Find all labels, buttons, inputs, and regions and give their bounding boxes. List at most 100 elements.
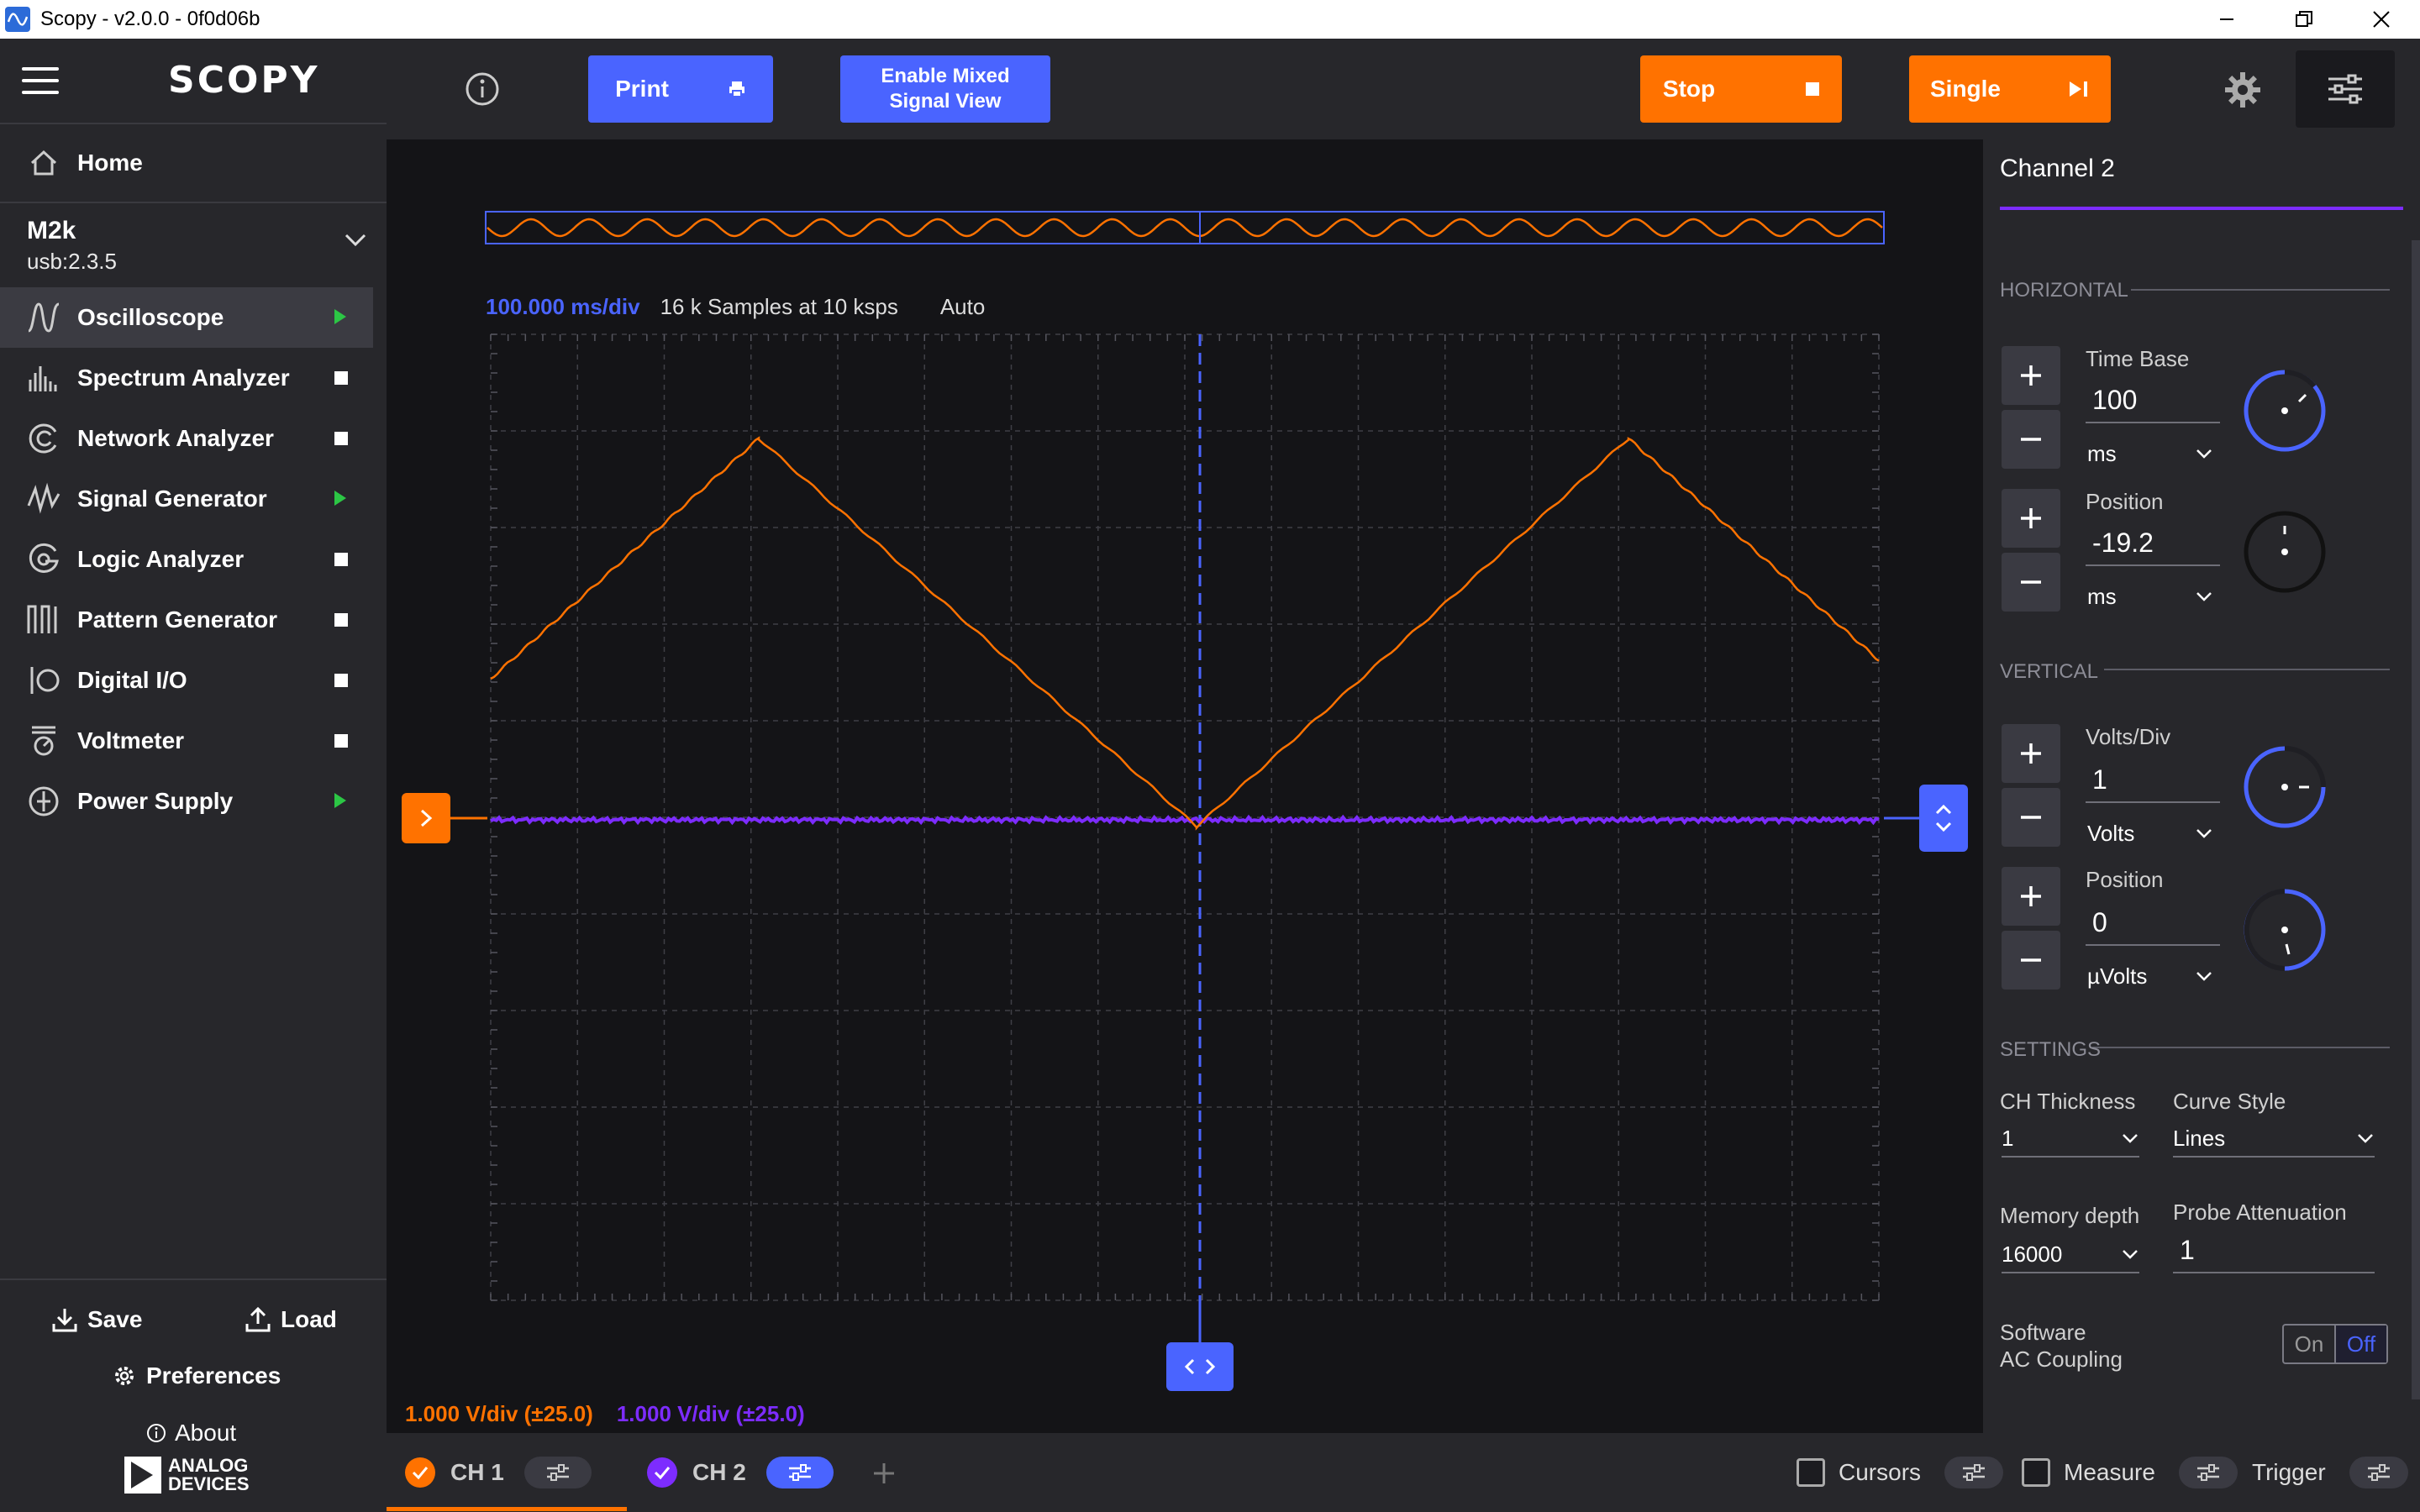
h-position-knob[interactable] xyxy=(2238,506,2331,598)
trigger-label: Trigger xyxy=(2252,1459,2326,1485)
ch2-offset-handle[interactable] xyxy=(1919,785,1968,852)
samples-label: 16 k Samples at 10 ksps xyxy=(660,294,898,319)
unit-label: ms xyxy=(2087,440,2117,466)
volts-div-input[interactable]: 1 xyxy=(2086,761,2220,803)
overview-waveform xyxy=(487,218,1883,238)
ac-coupling-toggle[interactable]: On Off xyxy=(2282,1324,2388,1364)
toggle-off[interactable]: Off xyxy=(2336,1326,2386,1362)
ch2-label: CH 2 xyxy=(692,1459,746,1485)
ch2-scale-label: 1.000 V/div (±25.0) xyxy=(616,1401,805,1426)
chevron-down-icon xyxy=(2196,972,2212,981)
sliders-icon xyxy=(2196,1464,2219,1481)
memory-depth-label: Memory depth xyxy=(2000,1203,2140,1228)
channel-scales: 1.000 V/div (±25.0) 1.000 V/div (±25.0) xyxy=(405,1401,805,1427)
time-base-unit-select[interactable]: ms xyxy=(2087,437,2213,470)
v-position-decrement-button[interactable] xyxy=(2002,931,2060,990)
time-base-knob[interactable] xyxy=(2238,365,2331,457)
probe-attenuation-input[interactable]: 1 xyxy=(2173,1231,2375,1273)
unit-label: ms xyxy=(2087,583,2117,609)
chevron-up-icon xyxy=(1935,804,1952,815)
plus-icon xyxy=(2021,365,2041,386)
v-position-knob[interactable] xyxy=(2238,884,2331,976)
v-position-input[interactable]: 0 xyxy=(2086,904,2220,946)
cursors-option: Cursors xyxy=(1797,1433,2004,1512)
plus-icon xyxy=(2021,508,2041,528)
plot-grid xyxy=(490,333,1880,1301)
v-position-label: Position xyxy=(2086,867,2164,892)
minus-icon xyxy=(2021,580,2041,584)
sliders-icon xyxy=(546,1464,569,1481)
measure-settings-button[interactable] xyxy=(2178,1457,2238,1488)
trigger-settings-button[interactable] xyxy=(2349,1457,2408,1488)
chevron-down-icon xyxy=(2196,449,2212,459)
tab-ch2[interactable]: CH 2 xyxy=(647,1433,834,1512)
ch1-enabled-checkbox[interactable] xyxy=(405,1457,435,1488)
cursors-checkbox[interactable] xyxy=(1797,1458,1825,1487)
ch-thickness-label: CH Thickness xyxy=(2000,1089,2136,1114)
ch2-enabled-checkbox[interactable] xyxy=(647,1457,677,1488)
volts-div-label: Volts/Div xyxy=(2086,724,2171,749)
cursors-label: Cursors xyxy=(1839,1459,1922,1485)
minus-icon xyxy=(2021,958,2041,962)
tab-ch1[interactable]: CH 1 xyxy=(405,1433,592,1512)
cursors-settings-button[interactable] xyxy=(1944,1457,2004,1488)
volts-div-decrement-button[interactable] xyxy=(2002,788,2060,847)
chevron-right-icon xyxy=(1205,1358,1216,1375)
add-channel-icon[interactable] xyxy=(872,1462,896,1485)
toggle-on[interactable]: On xyxy=(2284,1326,2336,1362)
trigger-mode-label: Auto xyxy=(939,294,986,319)
time-base-input[interactable]: 100 xyxy=(2086,381,2220,423)
volts-div-knob[interactable] xyxy=(2238,741,2331,833)
settings-divider xyxy=(2092,1047,2390,1048)
ch-thickness-select[interactable]: 1 xyxy=(2002,1121,2139,1158)
section-horizontal: HORIZONTAL xyxy=(2000,279,2395,302)
h-position-decrement-button[interactable] xyxy=(2002,553,2060,612)
software-ac-coupling-label: Software AC Coupling xyxy=(2000,1320,2123,1372)
sliders-icon xyxy=(1963,1464,1986,1481)
unit-label: µVolts xyxy=(2087,963,2148,989)
panel-scrollbar[interactable] xyxy=(2412,240,2420,1399)
ch2-settings-button[interactable] xyxy=(765,1457,834,1488)
plus-icon xyxy=(2021,886,2041,906)
section-settings: SETTINGS xyxy=(2000,1038,2102,1061)
ch1-offset-handle[interactable] xyxy=(402,793,450,843)
section-vertical: VERTICAL xyxy=(2000,660,2098,683)
h-position-input[interactable]: -19.2 xyxy=(2086,524,2220,566)
measure-checkbox[interactable] xyxy=(2022,1458,2050,1487)
probe-attenuation-label: Probe Attenuation xyxy=(2173,1200,2347,1225)
chevron-down-icon xyxy=(2196,829,2212,838)
h-position-increment-button[interactable] xyxy=(2002,489,2060,548)
unit-label: Volts xyxy=(2087,820,2135,846)
curve-style-select[interactable]: Lines xyxy=(2173,1121,2375,1158)
plus-icon xyxy=(2021,743,2041,764)
channel-bar: CH 1 CH 2 Cursors Measure Trigger xyxy=(387,1433,2420,1512)
check-icon xyxy=(412,1467,429,1480)
trigger-option: Trigger xyxy=(2252,1433,2408,1512)
ch1-settings-button[interactable] xyxy=(523,1457,592,1488)
chevron-right-icon xyxy=(420,809,433,827)
v-position-increment-button[interactable] xyxy=(2002,867,2060,926)
ch1-active-underline xyxy=(387,1507,627,1511)
sliders-icon xyxy=(2367,1464,2390,1481)
time-base-increment-button[interactable] xyxy=(2002,346,2060,405)
time-base-decrement-button[interactable] xyxy=(2002,410,2060,469)
chevron-down-icon xyxy=(2123,1250,2138,1259)
v-position-unit-select[interactable]: µVolts xyxy=(2087,959,2213,993)
volts-div-unit-select[interactable]: Volts xyxy=(2087,816,2213,850)
h-position-label: Position xyxy=(2086,489,2164,514)
memory-depth-select[interactable]: 16000 xyxy=(2002,1236,2139,1273)
time-position-handle[interactable] xyxy=(1166,1342,1234,1391)
vertical-divider xyxy=(2104,669,2390,670)
sliders-icon xyxy=(788,1464,811,1481)
select-value: 1 xyxy=(2002,1125,2014,1151)
measure-option: Measure xyxy=(2022,1433,2238,1512)
measure-label: Measure xyxy=(2064,1459,2155,1485)
check-icon xyxy=(654,1467,671,1480)
volts-div-increment-button[interactable] xyxy=(2002,724,2060,783)
h-position-unit-select[interactable]: ms xyxy=(2087,580,2213,613)
curve-style-label: Curve Style xyxy=(2173,1089,2286,1114)
timebase-label: 100.000 ms/div xyxy=(486,294,640,319)
time-base-label: Time Base xyxy=(2086,346,2190,371)
chevron-left-icon xyxy=(1184,1358,1195,1375)
panel-title: Channel 2 xyxy=(2000,155,2115,182)
